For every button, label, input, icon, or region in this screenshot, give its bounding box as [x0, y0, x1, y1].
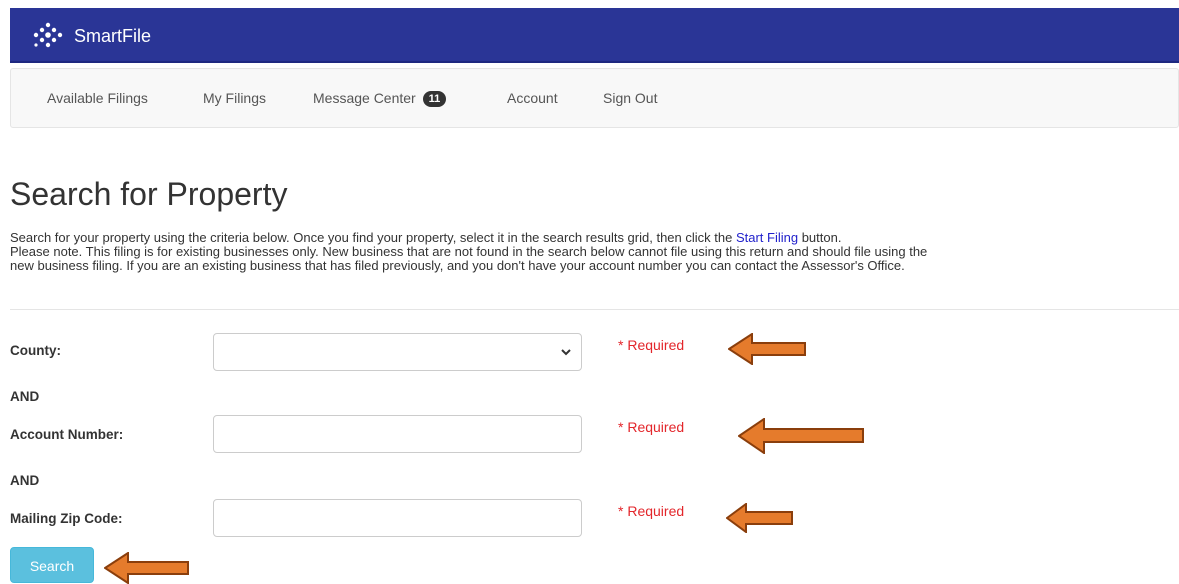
- and-label-1: AND: [10, 389, 40, 404]
- intro-line-2: Please note. This filing is for existing…: [10, 244, 928, 259]
- smartfile-logo-icon: [33, 22, 63, 48]
- account-number-input[interactable]: [213, 415, 582, 453]
- nav-my-filings[interactable]: My Filings: [203, 90, 266, 106]
- zip-code-label: Mailing Zip Code:: [10, 511, 123, 526]
- nav-available-filings[interactable]: Available Filings: [47, 90, 148, 106]
- intro-line-3: new business filing. If you are an exist…: [10, 258, 905, 273]
- county-required: * Required: [618, 337, 685, 353]
- account-number-label: Account Number:: [10, 427, 124, 442]
- brand[interactable]: SmartFile: [32, 22, 151, 50]
- search-button[interactable]: Search: [10, 547, 94, 583]
- account-number-required: * Required: [618, 419, 685, 435]
- intro-line-1: Search for your property using the crite…: [10, 231, 1179, 245]
- app-header: SmartFile: [10, 8, 1179, 63]
- main-nav: Available Filings My Filings Message Cen…: [10, 68, 1179, 128]
- page-title: Search for Property: [10, 176, 288, 212]
- intro-line-1-end: button.: [798, 230, 842, 245]
- nav-message-center[interactable]: Message Center 11: [313, 90, 447, 107]
- nav-account[interactable]: Account: [507, 90, 558, 106]
- county-label: County:: [10, 343, 61, 358]
- arrow-left-icon: [104, 552, 189, 584]
- arrow-left-icon: [726, 503, 793, 533]
- divider: [10, 309, 1179, 310]
- arrow-left-icon: [728, 333, 806, 365]
- chevron-down-icon: [561, 349, 571, 356]
- intro-line-1-text: Search for your property using the crite…: [10, 230, 736, 245]
- zip-code-input[interactable]: [213, 499, 582, 537]
- county-select[interactable]: [213, 333, 582, 371]
- zip-code-required: * Required: [618, 503, 685, 519]
- arrow-left-icon: [738, 418, 864, 454]
- and-label-2: AND: [10, 473, 40, 488]
- intro-text: Search for your property using the crite…: [10, 231, 1179, 273]
- message-count-badge: 11: [422, 91, 447, 107]
- start-filing-link[interactable]: Start Filing: [736, 230, 798, 245]
- nav-sign-out[interactable]: Sign Out: [603, 90, 657, 106]
- brand-name: SmartFile: [74, 25, 152, 46]
- nav-message-center-label: Message Center: [313, 90, 416, 106]
